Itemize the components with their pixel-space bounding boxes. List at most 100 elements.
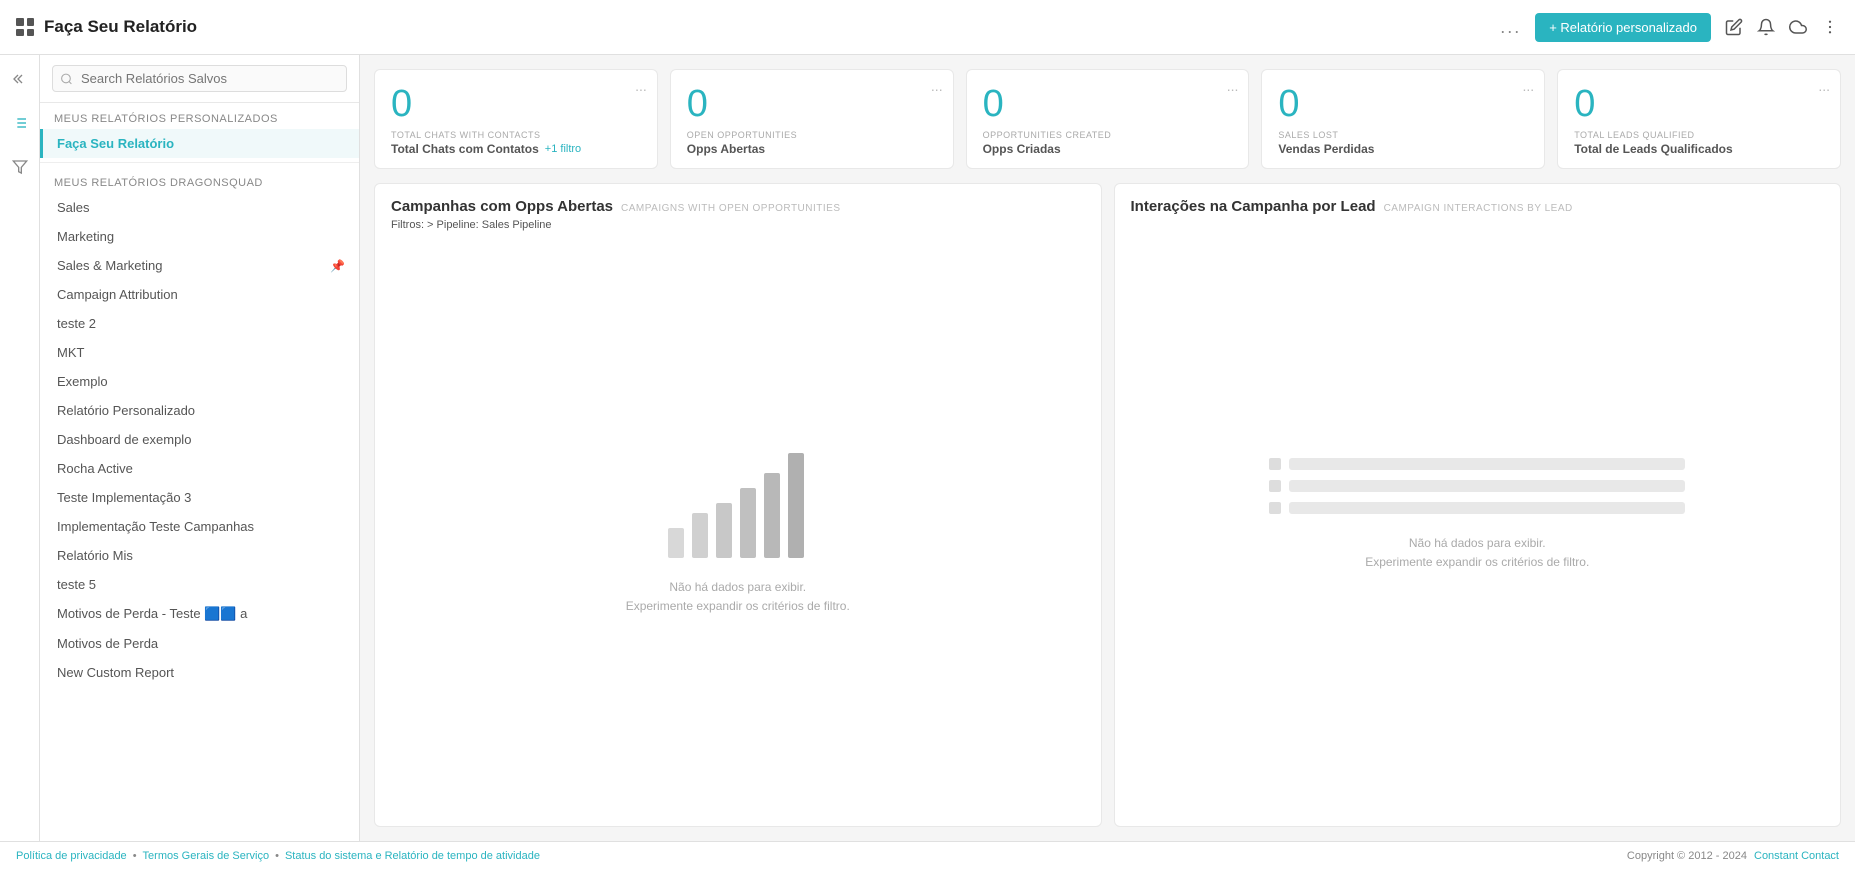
main-layout: Meus relatórios personalizados Faça Seu … [0,55,1855,841]
more-vertical-icon[interactable] [1821,18,1839,36]
chart-left-nodata: Não há dados para exibir. Experimente ex… [626,578,850,616]
card-dots-2[interactable]: ... [1227,78,1239,94]
search-bar [40,55,359,103]
skeleton-bar-1 [1289,458,1685,470]
skeleton-bar-3 [1289,502,1685,514]
footer: Política de privacidade • Termos Gerais … [0,841,1855,870]
metric-key-0: TOTAL CHATS WITH CONTACTS [391,130,541,140]
filter-icon[interactable] [6,153,34,181]
metric-value-4: 0 [1574,84,1595,126]
bar-chart-svg [658,438,818,568]
my-reports-label: Meus relatórios personalizados [40,103,359,129]
chart-right-body: Não há dados para exibir. Experimente ex… [1131,219,1825,812]
chart-left-subtitle: CAMPAIGNS WITH OPEN OPPORTUNITIES [621,203,840,214]
metric-key-3: SALES LOST [1278,130,1338,140]
metric-filter-0: +1 filtro [545,143,581,155]
footer-terms-link[interactable]: Termos Gerais de Serviço [143,850,270,862]
metric-key-4: TOTAL LEADS QUALIFIED [1574,130,1694,140]
list-item[interactable]: Relatório Mis [40,541,359,570]
list-item[interactable]: Motivos de Perda [40,629,359,658]
chart-panels: Campanhas com Opps Abertas CAMPAIGNS WIT… [374,183,1841,827]
metric-label-4: Total de Leads Qualificados [1574,142,1732,156]
card-dots-3[interactable]: ... [1523,78,1535,94]
header-left: Faça Seu Relatório [16,17,197,37]
app-grid-icon [16,18,34,36]
skeleton-bar-2 [1289,480,1685,492]
metric-label-1: Opps Abertas [687,142,765,156]
header-dots[interactable]: ... [1500,17,1521,38]
metric-cards: ... 0 TOTAL CHATS WITH CONTACTS Total Ch… [374,69,1841,169]
skeleton-rows [1269,458,1685,514]
skeleton-row-1 [1269,458,1685,470]
reports-list: Meus relatórios personalizados Faça Seu … [40,103,359,841]
collapse-icon[interactable] [6,65,34,93]
content-area: ... 0 TOTAL CHATS WITH CONTACTS Total Ch… [360,55,1855,841]
chart-panel-left: Campanhas com Opps Abertas CAMPAIGNS WIT… [374,183,1102,827]
list-item[interactable]: Motivos de Perda - Teste 🟦🟦 a [40,599,359,629]
edit-icon[interactable] [1725,18,1743,36]
footer-status-link[interactable]: Status do sistema e Relatório de tempo d… [285,850,540,862]
metric-label-3: Vendas Perdidas [1278,142,1374,156]
chart-left-body: Não há dados para exibir. Experimente ex… [391,243,1085,812]
page-title: Faça Seu Relatório [44,17,197,37]
metric-value-0: 0 [391,84,412,126]
metric-value-3: 0 [1278,84,1299,126]
metric-key-1: OPEN OPPORTUNITIES [687,130,797,140]
list-item[interactable]: Exemplo [40,367,359,396]
header-right: ... + Relatório personalizado [1500,13,1839,42]
footer-privacy-link[interactable]: Política de privacidade [16,850,127,862]
chart-right-nodata: Não há dados para exibir. Experimente ex… [1365,534,1589,572]
footer-brand-link[interactable]: Constant Contact [1754,850,1839,862]
list-item[interactable]: teste 5 [40,570,359,599]
list-item[interactable]: Marketing [40,222,359,251]
list-item[interactable]: Relatório Personalizado [40,396,359,425]
metric-label-2: Opps Criadas [983,142,1061,156]
list-item[interactable]: Implementação Teste Campanhas [40,512,359,541]
list-item[interactable]: Teste Implementação 3 [40,483,359,512]
metric-value-1: 0 [687,84,708,126]
skeleton-row-2 [1269,480,1685,492]
metric-card-0: ... 0 TOTAL CHATS WITH CONTACTS Total Ch… [374,69,658,169]
metric-value-2: 0 [983,84,1004,126]
reports-panel: Meus relatórios personalizados Faça Seu … [40,55,360,841]
list-item[interactable]: Campaign Attribution [40,280,359,309]
metric-label-0: Total Chats com Contatos [391,142,539,156]
chart-left-filter: Filtros: > Pipeline: Sales Pipeline [391,219,1085,231]
list-item[interactable]: Sales [40,193,359,222]
metric-card-4: ... 0 TOTAL LEADS QUALIFIED Total de Lea… [1557,69,1841,169]
active-report-item[interactable]: Faça Seu Relatório [40,129,359,158]
chart-panel-right: Interações na Campanha por Lead CAMPAIGN… [1114,183,1842,827]
metric-card-1: ... 0 OPEN OPPORTUNITIES Opps Abertas [670,69,954,169]
search-input[interactable] [52,65,347,92]
chart-left-header: Campanhas com Opps Abertas CAMPAIGNS WIT… [391,198,1085,215]
cloud-icon[interactable] [1789,18,1807,36]
metric-card-3: ... 0 SALES LOST Vendas Perdidas [1261,69,1545,169]
skeleton-dot-1 [1269,458,1281,470]
list-icon[interactable] [6,109,34,137]
skeleton-row-3 [1269,502,1685,514]
list-item[interactable]: Rocha Active [40,454,359,483]
skeleton-dot-2 [1269,480,1281,492]
list-item[interactable]: MKT [40,338,359,367]
active-report-label: Faça Seu Relatório [57,136,174,151]
list-item[interactable]: New Custom Report [40,658,359,687]
metric-key-2: OPPORTUNITIES CREATED [983,130,1112,140]
section-label: MEUS RELATÓRIOS DRAGONSQUAD [40,167,359,193]
footer-copyright: Copyright © 2012 - 2024 Constant Contact [1627,850,1839,862]
notification-icon[interactable] [1757,18,1775,36]
sidebar-icon-panel [0,55,40,841]
new-report-button[interactable]: + Relatório personalizado [1535,13,1711,42]
card-dots-0[interactable]: ... [635,78,647,94]
metric-card-2: ... 0 OPPORTUNITIES CREATED Opps Criadas [966,69,1250,169]
list-item[interactable]: Sales & Marketing 📌 [40,251,359,280]
footer-left: Política de privacidade • Termos Gerais … [16,850,540,862]
card-dots-4[interactable]: ... [1818,78,1830,94]
skeleton-dot-3 [1269,502,1281,514]
chart-right-subtitle: CAMPAIGN INTERACTIONS BY LEAD [1384,203,1573,214]
search-wrap [52,65,347,92]
list-item[interactable]: teste 2 [40,309,359,338]
top-header: Faça Seu Relatório ... + Relatório perso… [0,0,1855,55]
card-dots-1[interactable]: ... [931,78,943,94]
chart-right-title: Interações na Campanha por Lead [1131,198,1376,215]
list-item[interactable]: Dashboard de exemplo [40,425,359,454]
